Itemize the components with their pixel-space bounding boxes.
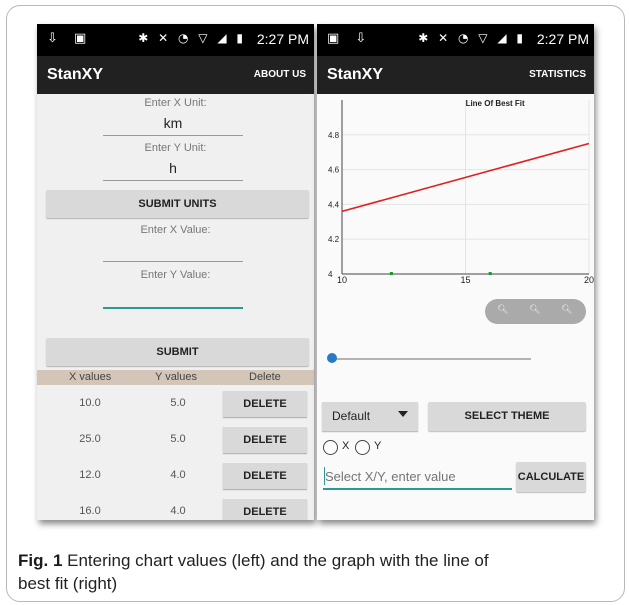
- x-value-cell: 16.0: [79, 505, 101, 517]
- about-us-button[interactable]: ABOUT US: [254, 69, 306, 80]
- app-bar: StanXY STATISTICS: [317, 56, 594, 94]
- y-value-cell: 4.0: [170, 505, 186, 517]
- table-row: 10.0 5.0 DELETE: [37, 387, 314, 423]
- slider-track[interactable]: [331, 358, 531, 360]
- y-unit-label: Enter Y Unit:: [144, 142, 207, 154]
- y-tick-label: 4: [328, 270, 333, 279]
- x-tick-label: 10: [337, 275, 347, 284]
- app-title: StanXY: [327, 66, 384, 83]
- x-value-input[interactable]: [103, 261, 243, 262]
- x-value-cell: 25.0: [79, 433, 101, 445]
- y-value-cell: 4.0: [170, 469, 186, 481]
- radio-y-label: Y: [374, 440, 382, 452]
- header-delete: Delete: [249, 371, 281, 383]
- chevron-down-icon: [398, 411, 408, 417]
- zoom-out-icon[interactable]: 🔍︎: [561, 304, 572, 315]
- figure-caption: Fig. 1 Entering chart values (left) and …: [18, 549, 618, 595]
- radio-x[interactable]: [323, 440, 338, 455]
- x-tick-label: 20: [584, 275, 594, 284]
- submit-units-button[interactable]: SUBMIT UNITS: [46, 190, 309, 218]
- best-fit-chart[interactable]: Line Of Best Fit44.24.44.64.8101520kmDat…: [317, 94, 594, 284]
- status-time: 2:27 PM: [536, 31, 589, 47]
- delete-button[interactable]: DELETE: [223, 463, 307, 489]
- theme-dropdown[interactable]: Default: [322, 402, 418, 431]
- x-value-cell: 10.0: [79, 397, 101, 409]
- delete-button[interactable]: DELETE: [223, 499, 307, 520]
- calculate-button[interactable]: CALCULATE: [516, 462, 586, 492]
- x-axis-label: km: [474, 283, 485, 284]
- zoom-reset-icon[interactable]: 🔍︎: [529, 304, 540, 315]
- table-row: 16.0 4.0 DELETE: [37, 495, 314, 520]
- right-phone-screen: ▣ ⇩ ✱ ✕ ◔ ▽ ◢ ▮ 2:27 PM StanXY STATISTIC…: [317, 24, 594, 520]
- theme-selected-value: Default: [332, 409, 371, 423]
- caption-text-line2: best fit (right): [18, 574, 118, 593]
- data-point: [488, 272, 492, 275]
- status-time: 2:27 PM: [256, 31, 309, 47]
- submit-button[interactable]: SUBMIT: [46, 338, 309, 366]
- y-tick-label: 4.2: [328, 235, 340, 244]
- system-icons: ✱ ✕ ◔ ▽ ◢ ▮: [138, 31, 246, 45]
- table-header: X values Y values Delete: [37, 370, 314, 385]
- x-unit-input[interactable]: km: [103, 115, 243, 136]
- zoom-controls: 🔍︎ 🔍︎ 🔍︎: [485, 299, 586, 324]
- header-y-values: Y values: [155, 371, 197, 383]
- y-tick-label: 4.6: [328, 166, 340, 175]
- notification-icons: ▣ ⇩: [327, 31, 373, 46]
- zoom-in-icon[interactable]: 🔍︎: [497, 304, 508, 315]
- slider-thumb[interactable]: [327, 353, 337, 363]
- header-x-values: X values: [69, 371, 112, 383]
- table-row: 12.0 4.0 DELETE: [37, 459, 314, 495]
- text-caret: [324, 467, 325, 485]
- x-tick-label: 15: [460, 275, 470, 284]
- radio-y[interactable]: [355, 440, 370, 455]
- status-bar: ▣ ⇩ ✱ ✕ ◔ ▽ ◢ ▮ 2:27 PM: [317, 24, 594, 56]
- statistics-button[interactable]: STATISTICS: [529, 69, 586, 80]
- y-value-cell: 5.0: [170, 397, 186, 409]
- status-bar: ⇩ ▣ ✱ ✕ ◔ ▽ ◢ ▮ 2:27 PM: [37, 24, 314, 56]
- value-input[interactable]: [323, 464, 512, 490]
- notification-icons: ⇩ ▣: [47, 31, 93, 46]
- x-unit-label: Enter X Unit:: [144, 97, 207, 109]
- x-value-cell: 12.0: [79, 469, 101, 481]
- y-unit-input[interactable]: h: [103, 160, 243, 181]
- y-value-label: Enter Y Value:: [140, 269, 211, 281]
- chart-svg: Line Of Best Fit44.24.44.64.8101520kmDat…: [328, 99, 594, 284]
- y-tick-label: 4.8: [328, 131, 340, 140]
- app-title: StanXY: [47, 66, 104, 83]
- radio-x-label: X: [342, 440, 350, 452]
- data-point: [389, 272, 393, 275]
- table-row: 25.0 5.0 DELETE: [37, 423, 314, 459]
- caption-text-line1: Entering chart values (left) and the gra…: [62, 551, 489, 570]
- left-phone-screen: ⇩ ▣ ✱ ✕ ◔ ▽ ◢ ▮ 2:27 PM StanXY ABOUT US …: [37, 24, 314, 520]
- delete-button[interactable]: DELETE: [223, 391, 307, 417]
- app-bar: StanXY ABOUT US: [37, 56, 314, 94]
- entry-form: Enter X Unit: km Enter Y Unit: h SUBMIT …: [37, 94, 314, 520]
- y-value-input[interactable]: [103, 307, 243, 309]
- y-tick-label: 4.4: [328, 200, 340, 209]
- chart-title: Line Of Best Fit: [466, 99, 525, 108]
- select-theme-button[interactable]: SELECT THEME: [428, 402, 586, 431]
- x-value-label: Enter X Value:: [140, 224, 211, 236]
- delete-button[interactable]: DELETE: [223, 427, 307, 453]
- figure-label: Fig. 1: [18, 551, 63, 570]
- system-icons: ✱ ✕ ◔ ▽ ◢ ▮: [418, 31, 526, 45]
- chart-screen: Line Of Best Fit44.24.44.64.8101520kmDat…: [317, 94, 594, 520]
- y-value-cell: 5.0: [170, 433, 186, 445]
